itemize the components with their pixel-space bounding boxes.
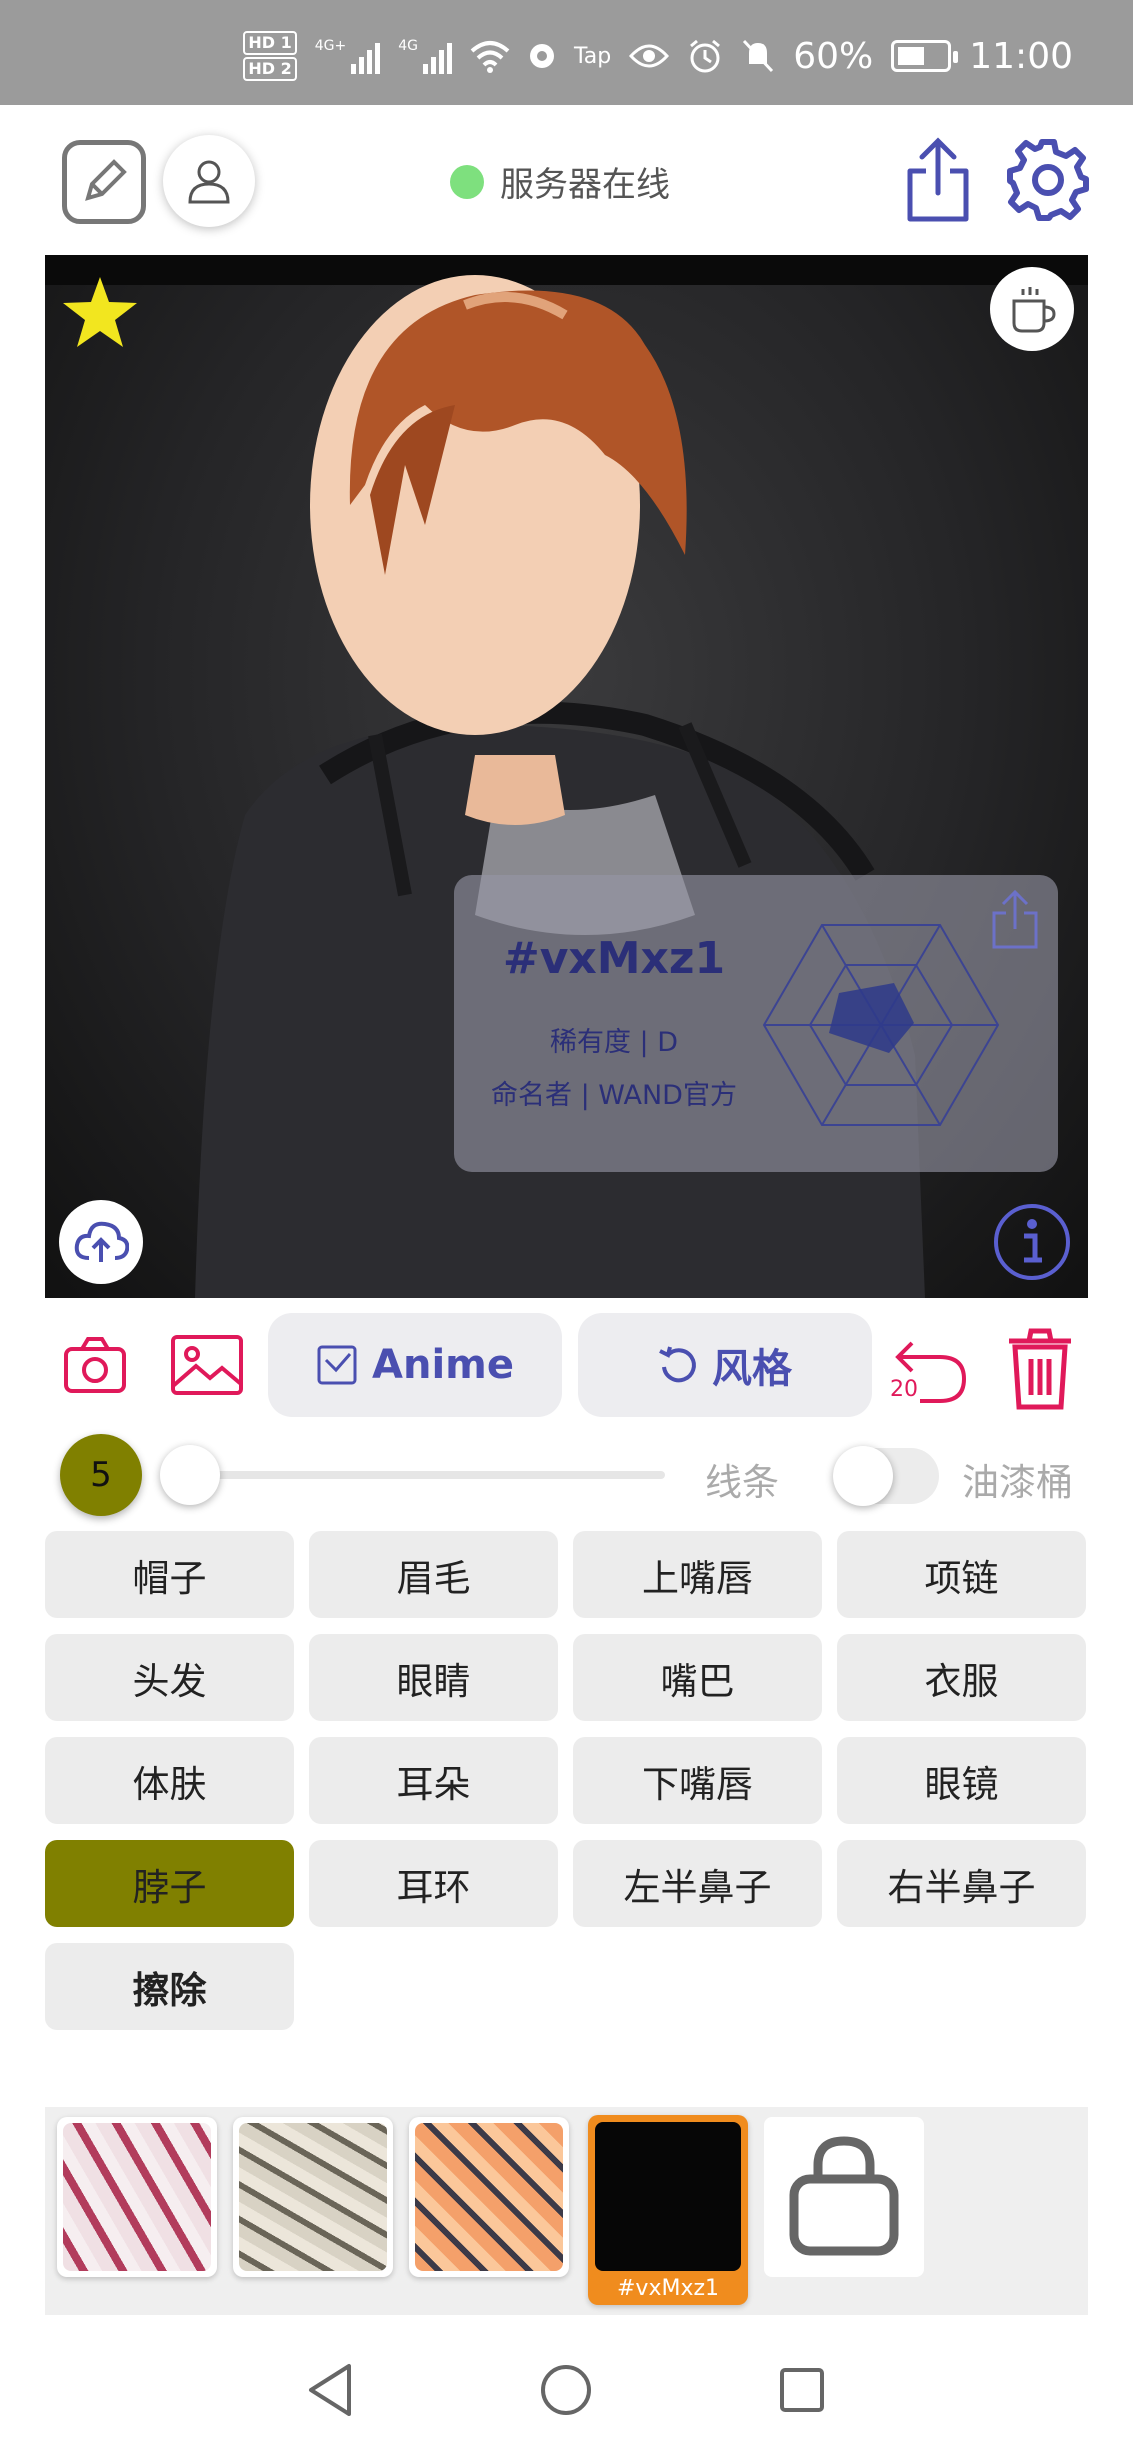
settings-button[interactable] [1003, 135, 1093, 225]
part-eyes[interactable]: 眼睛 [309, 1634, 558, 1721]
checkbox-icon [317, 1345, 357, 1385]
share-button[interactable] [900, 135, 976, 225]
signal-icon-2: 4G [398, 38, 452, 74]
network-type-2: 4G [398, 38, 418, 54]
eye-icon [629, 44, 670, 68]
edit-button[interactable] [62, 140, 146, 224]
part-left-nose[interactable]: 左半鼻子 [573, 1840, 822, 1927]
battery-percent: 60% [793, 35, 874, 77]
shopping-bag-icon [789, 2136, 899, 2256]
brush-size-badge: 5 [60, 1434, 142, 1516]
hd2-label: HD 2 [243, 57, 297, 81]
coffee-cup-icon [1012, 287, 1056, 333]
signal-icon: 4G+ [315, 38, 381, 74]
part-lower-lip[interactable]: 下嘴唇 [573, 1737, 822, 1824]
brush-controls: 5 线条 油漆桶 [0, 1430, 1133, 1520]
gear-icon [1007, 139, 1089, 221]
part-hair[interactable]: 头发 [45, 1634, 294, 1721]
pen-icon [85, 159, 127, 201]
style-button[interactable]: 风格 [578, 1313, 872, 1417]
gallery-button[interactable] [168, 1330, 246, 1400]
app-header: 服务器在线 [0, 105, 1133, 255]
camera-icon [64, 1337, 126, 1393]
part-mouth[interactable]: 嘴巴 [573, 1634, 822, 1721]
style-thumb-3[interactable] [409, 2117, 569, 2277]
battery-icon [891, 40, 959, 72]
style-strip: #vxMxz1 [45, 2107, 1088, 2315]
part-neck[interactable]: 脖子 [45, 1840, 294, 1927]
card-rarity: 稀有度 | D [549, 1027, 679, 1058]
drawing-canvas[interactable]: #vxMxz1 稀有度 | D 命名者 | WAND官方 [45, 255, 1088, 1298]
system-nav-bar [0, 2330, 1133, 2453]
recents-button[interactable] [772, 2360, 832, 2420]
style-thumb-1[interactable] [57, 2117, 217, 2277]
part-eyebrows[interactable]: 眉毛 [309, 1531, 558, 1618]
recents-square-icon [780, 2368, 824, 2412]
part-necklace[interactable]: 项链 [837, 1531, 1086, 1618]
anime-label: Anime [372, 1342, 514, 1388]
back-triangle-icon [309, 2364, 351, 2416]
camera-button[interactable] [60, 1330, 130, 1400]
radar-chart [762, 924, 1000, 1126]
part-ears[interactable]: 耳朵 [309, 1737, 558, 1824]
wifi-icon [470, 41, 510, 73]
bucket-toggle[interactable] [833, 1446, 939, 1506]
part-hat[interactable]: 帽子 [45, 1531, 294, 1618]
favorite-star-icon[interactable] [61, 275, 139, 349]
bucket-label: 油漆桶 [962, 1461, 1073, 1504]
cloud-upload-icon [74, 1221, 129, 1262]
card-namer: 命名者 | WAND官方 [491, 1080, 737, 1111]
upload-button[interactable] [59, 1200, 143, 1284]
part-upper-lip[interactable]: 上嘴唇 [573, 1531, 822, 1618]
part-right-nose[interactable]: 右半鼻子 [837, 1840, 1086, 1927]
shop-button[interactable] [764, 2117, 924, 2277]
info-card: #vxMxz1 稀有度 | D 命名者 | WAND官方 [454, 875, 1058, 1172]
image-icon [171, 1335, 243, 1395]
card-code: #vxMxz1 [502, 933, 726, 984]
part-skin[interactable]: 体肤 [45, 1737, 294, 1824]
tool-bar: Anime 风格 20 [0, 1310, 1133, 1420]
clock: 11:00 [969, 35, 1073, 77]
brush-size-slider[interactable] [185, 1471, 665, 1479]
undo-count: 20 [890, 1377, 918, 1402]
hd1-label: HD 1 [243, 31, 297, 55]
info-button[interactable] [990, 1200, 1074, 1284]
network-type-1: 4G+ [314, 38, 347, 54]
mute-icon [743, 39, 774, 73]
style-label: 风格 [712, 1346, 792, 1392]
part-erase[interactable]: 擦除 [45, 1943, 294, 2030]
undo-button[interactable]: 20 [890, 1324, 970, 1414]
server-status-label: 服务器在线 [500, 165, 670, 205]
part-glasses[interactable]: 眼镜 [837, 1737, 1086, 1824]
server-status: 服务器在线 [450, 157, 670, 206]
part-earrings[interactable]: 耳环 [309, 1840, 558, 1927]
part-clothes[interactable]: 衣服 [837, 1634, 1086, 1721]
back-button[interactable] [300, 2360, 360, 2420]
status-bar: HD 1 HD 2 4G+ 4G Tap 60% 11:00 [0, 0, 1133, 105]
home-circle-icon [541, 2365, 591, 2415]
selected-style-label: #vxMxz1 [616, 2276, 720, 2301]
status-dot [450, 164, 484, 199]
tap-indicator: Tap [573, 43, 612, 69]
user-icon [188, 160, 230, 204]
line-mode-label: 线条 [705, 1461, 779, 1504]
alarm-icon [690, 39, 721, 73]
user-profile-button[interactable] [163, 135, 255, 227]
refresh-icon [659, 1346, 696, 1383]
style-thumb-selected[interactable]: #vxMxz1 [588, 2115, 748, 2305]
trash-icon [1009, 1328, 1071, 1410]
slider-thumb[interactable] [160, 1445, 220, 1505]
delete-button[interactable] [1000, 1324, 1080, 1414]
share-icon [907, 137, 969, 222]
hd-indicator: HD 1 HD 2 [243, 30, 297, 82]
nfc-icon [529, 44, 554, 68]
home-button[interactable] [536, 2360, 596, 2420]
style-thumb-2[interactable] [233, 2117, 393, 2277]
anime-mode-button[interactable]: Anime [268, 1313, 562, 1417]
coffee-button[interactable] [990, 267, 1074, 351]
part-grid: 帽子 眉毛 上嘴唇 项链头发 眼睛 嘴巴 衣服体肤 耳朵 下嘴唇 眼镜脖子 耳环 左半鼻子 右半鼻子擦除 [45, 1531, 1088, 2030]
info-icon [994, 1204, 1070, 1280]
